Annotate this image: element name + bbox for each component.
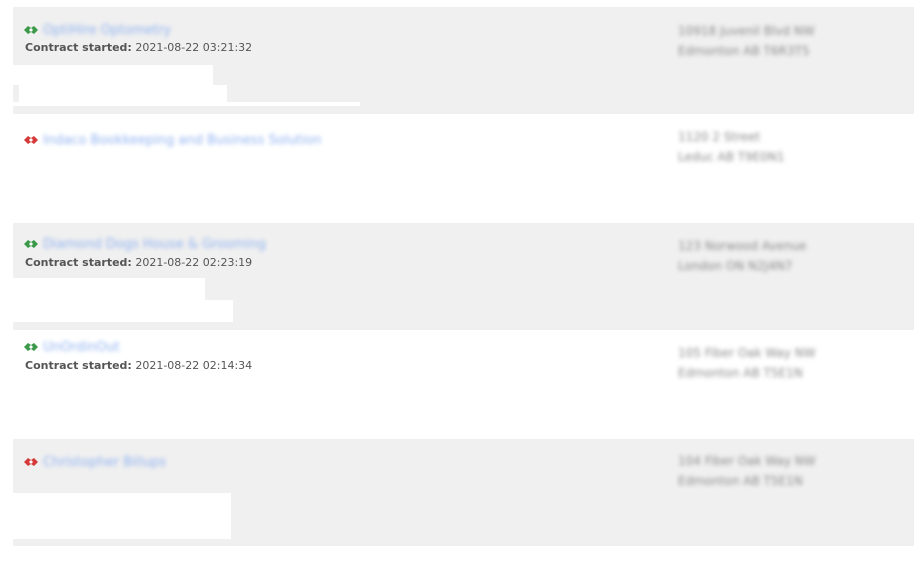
business-name-line: Diamond Dogs House & Grooming	[23, 236, 266, 252]
address-block: 10918 Juvenil Blvd NW Edmonton AB T6R3T5	[678, 21, 815, 61]
address-block: 1120 2 Street Leduc AB T9E0N1	[678, 127, 785, 167]
contract-started-label: Contract started:	[25, 256, 132, 269]
handshake-green-icon	[24, 26, 38, 34]
address-line-1: 10918 Juvenil Blvd NW	[678, 24, 815, 38]
list-item: UnOrdinOut Contract started: 2021-08-22 …	[13, 331, 914, 438]
business-name-line: OptiHire Optometry	[23, 22, 171, 38]
address-block: 123 Norwood Avenue London ON N2J4N7	[678, 236, 806, 276]
contract-started: Contract started: 2021-08-22 03:21:32	[25, 41, 252, 54]
handshake-green-icon	[24, 343, 38, 351]
address-line-2: Edmonton AB T5E1N	[678, 366, 803, 380]
redaction-block	[13, 65, 213, 85]
address-block: 104 Fiber Oak Way NW Edmonton AB T5E1N	[678, 451, 816, 491]
handshake-red-icon	[24, 136, 38, 144]
handshake-red-icon	[24, 458, 38, 466]
address-line-1: 104 Fiber Oak Way NW	[678, 454, 816, 468]
list-item: OptiHire Optometry Contract started: 202…	[10, 7, 914, 114]
contract-started-value: 2021-08-22 03:21:32	[135, 41, 253, 54]
address-line-2: Edmonton AB T5E1N	[678, 474, 803, 488]
redaction-block	[13, 493, 231, 539]
address-line-2: Edmonton AB T6R3T5	[678, 44, 810, 58]
address-line-1: 1120 2 Street	[678, 130, 761, 144]
contract-list: OptiHire Optometry Contract started: 202…	[10, 7, 914, 546]
address-line-2: Leduc AB T9E0N1	[678, 150, 785, 164]
business-name-link[interactable]: UnOrdinOut	[43, 340, 120, 355]
contract-started-value: 2021-08-22 02:14:34	[135, 359, 253, 372]
business-name-line: UnOrdinOut	[23, 339, 120, 355]
business-name-link[interactable]: Christopher Billups	[43, 455, 166, 470]
contract-started-label: Contract started:	[25, 359, 132, 372]
redaction-block	[19, 85, 227, 102]
business-name-link[interactable]: OptiHire Optometry	[43, 23, 171, 38]
handshake-green-icon	[24, 240, 38, 248]
business-name-line: Indaco Bookkeeping and Business Solution	[23, 132, 321, 148]
address-line-2: London ON N2J4N7	[678, 259, 793, 273]
contract-started: Contract started: 2021-08-22 02:14:34	[25, 359, 252, 372]
address-block: 105 Fiber Oak Way NW Edmonton AB T5E1N	[678, 343, 816, 383]
business-name-line: Christopher Billups	[23, 454, 166, 470]
redaction-block	[10, 102, 360, 106]
list-item: Christopher Billups 104 Fiber Oak Way NW…	[13, 439, 914, 546]
business-name-link[interactable]: Indaco Bookkeeping and Business Solution	[43, 133, 321, 148]
address-line-1: 105 Fiber Oak Way NW	[678, 346, 816, 360]
business-name-link[interactable]: Diamond Dogs House & Grooming	[43, 237, 266, 252]
list-item: Diamond Dogs House & Grooming Contract s…	[13, 223, 914, 330]
redaction-block	[13, 278, 205, 300]
redaction-block	[13, 300, 233, 322]
contract-started-value: 2021-08-22 02:23:19	[135, 256, 253, 269]
address-line-1: 123 Norwood Avenue	[678, 239, 807, 253]
contract-started: Contract started: 2021-08-22 02:23:19	[25, 256, 252, 269]
list-item: Indaco Bookkeeping and Business Solution…	[13, 115, 914, 222]
contract-started-label: Contract started:	[25, 41, 132, 54]
